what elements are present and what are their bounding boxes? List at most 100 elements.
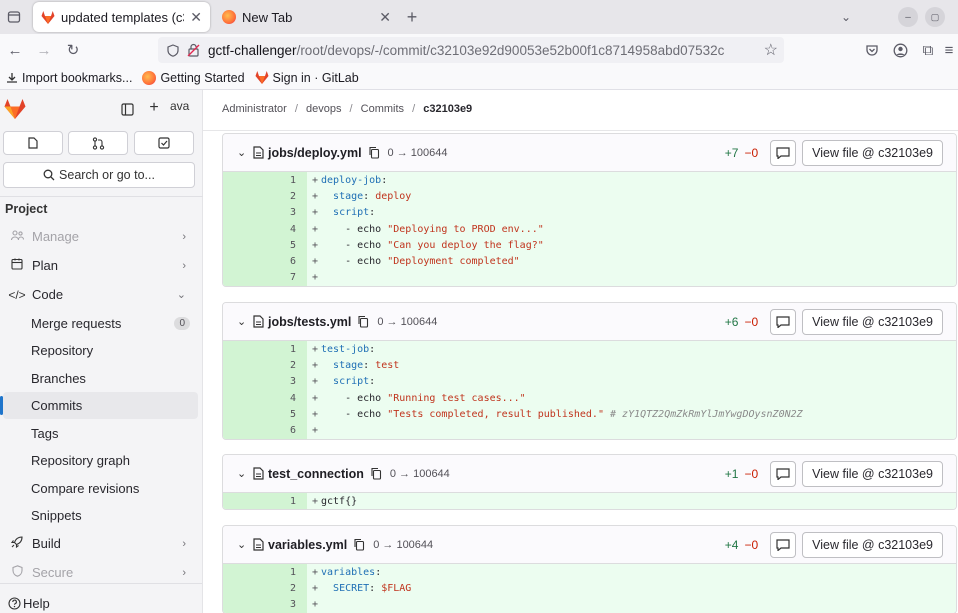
sidebar-item-compare-revisions[interactable]: Compare revisions: [0, 475, 200, 502]
maximize-icon[interactable]: ▢: [925, 7, 945, 27]
file-name[interactable]: jobs/deploy.yml: [268, 146, 362, 160]
line-number[interactable]: 2: [223, 580, 307, 597]
copy-icon[interactable]: [368, 146, 380, 159]
line-number[interactable]: 2: [223, 188, 307, 205]
line-number[interactable]: 6: [223, 422, 307, 439]
line-number[interactable]: 2: [223, 357, 307, 374]
chevron-down-icon[interactable]: ⌄: [237, 315, 251, 328]
line-number[interactable]: 5: [223, 406, 307, 423]
sidebar-item-build[interactable]: Build ›: [0, 530, 200, 557]
line-number[interactable]: 6: [223, 253, 307, 270]
breadcrumb-item[interactable]: Commits: [361, 103, 404, 115]
view-file-button[interactable]: View file @ c32103e9: [802, 531, 943, 558]
back-icon[interactable]: ←: [4, 40, 26, 60]
help-icon: [8, 597, 21, 610]
line-number[interactable]: 3: [223, 596, 307, 613]
copy-icon[interactable]: [370, 467, 382, 480]
bookmark-star-icon[interactable]: ☆: [764, 40, 778, 60]
breadcrumb-current[interactable]: c32103e9: [423, 103, 472, 115]
extensions-icon[interactable]: ⧉: [918, 40, 938, 60]
issues-button[interactable]: [3, 131, 63, 155]
diff-line: 2 + stage: test: [223, 357, 956, 374]
line-number[interactable]: 1: [223, 564, 307, 581]
view-file-button[interactable]: View file @ c32103e9: [802, 460, 943, 487]
account-icon[interactable]: [890, 40, 910, 60]
tab-active[interactable]: updated templates (c321 ✕: [33, 2, 210, 32]
avatar[interactable]: ava: [170, 99, 194, 119]
insecure-lock-icon[interactable]: [184, 43, 202, 57]
pocket-icon[interactable]: [862, 40, 882, 60]
tab-list-icon[interactable]: [4, 7, 24, 27]
view-file-button[interactable]: View file @ c32103e9: [802, 139, 943, 166]
line-number[interactable]: 3: [223, 373, 307, 390]
new-tab-button[interactable]: +: [401, 6, 423, 28]
sidebar-item-branches[interactable]: Branches: [0, 365, 200, 392]
line-number[interactable]: 1: [223, 493, 307, 510]
url-bar[interactable]: gctf-challenger/root/devops/-/commit/c32…: [158, 37, 784, 63]
minimize-icon[interactable]: –: [898, 7, 918, 27]
comment-button[interactable]: [770, 531, 797, 558]
code-token: "Deploying to PROD env...": [387, 223, 544, 235]
line-number[interactable]: 4: [223, 389, 307, 407]
line-number[interactable]: 7: [223, 269, 307, 287]
sidebar-item-snippets[interactable]: Snippets: [0, 502, 200, 529]
sidebar-item-repository-graph[interactable]: Repository graph: [0, 447, 200, 474]
collapse-sidebar-icon[interactable]: [118, 100, 136, 118]
comment-button[interactable]: [770, 308, 797, 335]
comment-icon: [776, 467, 790, 480]
line-number[interactable]: 1: [223, 341, 307, 358]
create-new-icon[interactable]: +: [145, 99, 163, 117]
bookmark-import[interactable]: Import bookmarks...: [6, 71, 132, 85]
copy-icon[interactable]: [357, 315, 369, 328]
sidebar-item-repository[interactable]: Repository: [0, 337, 200, 364]
forward-icon[interactable]: →: [33, 40, 55, 60]
menu-icon[interactable]: ≡: [942, 40, 956, 60]
bookmark-gitlab-signin[interactable]: Sign in · GitLab: [255, 71, 359, 85]
line-number[interactable]: 4: [223, 220, 307, 238]
file-name[interactable]: variables.yml: [268, 538, 347, 552]
help-button[interactable]: Help: [0, 590, 80, 613]
sidebar-item-secure[interactable]: Secure ›: [0, 559, 200, 586]
view-file-button[interactable]: View file @ c32103e9: [802, 308, 943, 335]
reload-icon[interactable]: ↻: [62, 40, 84, 60]
file-name[interactable]: jobs/tests.yml: [268, 315, 351, 329]
line-number[interactable]: 5: [223, 237, 307, 254]
code-token: stage: [333, 359, 364, 371]
merge-requests-button[interactable]: [68, 131, 128, 155]
bookmark-getting-started[interactable]: Getting Started: [142, 70, 245, 85]
file-name[interactable]: test_connection: [268, 467, 364, 481]
comment-button[interactable]: [770, 139, 797, 166]
comment-button[interactable]: [770, 460, 797, 487]
close-tab-icon[interactable]: ✕: [379, 9, 391, 26]
code-token: :: [369, 207, 376, 219]
line-number[interactable]: 1: [223, 172, 307, 189]
list-all-tabs-icon[interactable]: ⌄: [836, 7, 856, 27]
breadcrumb-item[interactable]: Administrator: [222, 103, 287, 115]
sidebar-item-commits[interactable]: Commits: [0, 392, 198, 419]
added-marker: +: [311, 392, 319, 404]
gitlab-logo-icon[interactable]: [4, 99, 26, 119]
close-tab-icon[interactable]: ✕: [190, 9, 202, 26]
sidebar-item-merge-requests[interactable]: Merge requests 0: [0, 310, 200, 337]
sidebar-item-manage[interactable]: Manage ›: [0, 223, 200, 250]
tab-new-tab[interactable]: New Tab ✕: [214, 2, 399, 32]
todo-button[interactable]: [134, 131, 194, 155]
shield-icon[interactable]: [164, 43, 182, 57]
diff-line: 3 + script:: [223, 204, 956, 221]
chevron-down-icon[interactable]: ⌄: [237, 538, 251, 551]
sidebar-item-label: Snippets: [31, 508, 82, 523]
file-icon: [253, 538, 264, 551]
diff-line: 6 +: [223, 422, 956, 439]
additions-count: +1: [724, 466, 739, 481]
chevron-down-icon[interactable]: ⌄: [237, 146, 251, 159]
breadcrumb-item[interactable]: devops: [306, 103, 341, 115]
sidebar-item-code[interactable]: </> Code ⌄: [0, 281, 200, 308]
chevron-down-icon[interactable]: ⌄: [237, 467, 251, 480]
line-number[interactable]: 3: [223, 204, 307, 221]
added-marker: +: [311, 359, 319, 371]
sidebar-item-label: Build: [32, 536, 61, 551]
copy-icon[interactable]: [353, 538, 365, 551]
search-button[interactable]: Search or go to...: [3, 162, 195, 188]
sidebar-item-tags[interactable]: Tags: [0, 420, 200, 447]
sidebar-item-plan[interactable]: Plan ›: [0, 252, 200, 279]
